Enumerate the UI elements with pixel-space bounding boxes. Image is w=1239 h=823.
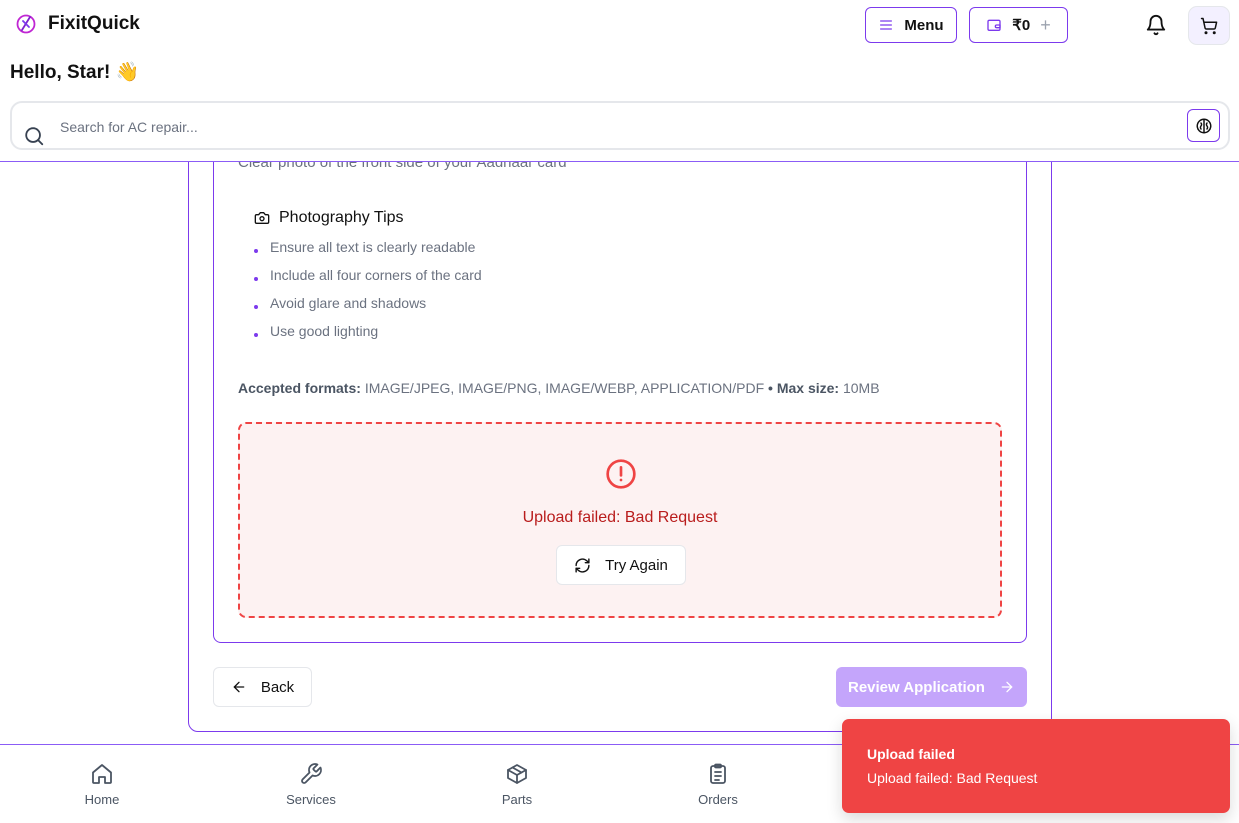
- alert-circle-icon: [606, 459, 636, 489]
- toast-message: Upload failed: Bad Request: [867, 770, 1038, 786]
- tip-item: Ensure all text is clearly readable: [254, 239, 475, 255]
- cart-button[interactable]: [1188, 6, 1230, 45]
- page: Clear photo of the front side of your Aa…: [0, 0, 1239, 823]
- try-again-button[interactable]: Try Again: [556, 545, 686, 585]
- arrow-right-icon: [1001, 681, 1013, 693]
- tip-text: Use good lighting: [270, 323, 379, 339]
- nav-label: Orders: [698, 792, 738, 807]
- clipboard-icon: [710, 763, 726, 784]
- accepted-formats: Accepted formats: IMAGE/JPEG, IMAGE/PNG,…: [238, 380, 880, 396]
- add-money-icon[interactable]: +: [1040, 16, 1051, 34]
- toast-title: Upload failed: [867, 746, 955, 762]
- greeting: Hello, Star! 👋: [10, 62, 140, 83]
- menu-label: Menu: [904, 16, 944, 34]
- tip-text: Ensure all text is clearly readable: [270, 239, 476, 255]
- bell-icon[interactable]: [1145, 14, 1167, 36]
- logo[interactable]: FixitQuick: [14, 12, 140, 36]
- menu-button[interactable]: Menu: [865, 7, 957, 43]
- try-again-label: Try Again: [605, 556, 668, 574]
- photography-tips-title: Photography Tips: [279, 209, 404, 226]
- nav-label: Parts: [501, 792, 533, 807]
- app-name: FixitQuick: [48, 13, 140, 34]
- review-label: Review Application: [848, 678, 985, 696]
- nav-item-home[interactable]: Home: [47, 745, 157, 823]
- tip-item: Include all four corners of the card: [254, 267, 482, 283]
- tip-item: Use good lighting: [254, 323, 378, 339]
- upload-error-dropzone[interactable]: Upload failed: Bad Request Try Again: [238, 422, 1002, 618]
- wallet-button[interactable]: ₹0 +: [969, 7, 1068, 43]
- bullet: [254, 277, 258, 281]
- tip-text: Avoid glare and shadows: [270, 295, 427, 311]
- refresh-icon: [575, 557, 590, 573]
- arrow-left-icon: [233, 681, 245, 693]
- max-size-label: Max size:: [776, 380, 840, 396]
- review-application-button[interactable]: Review Application: [836, 667, 1027, 707]
- ai-search-button[interactable]: [1187, 109, 1220, 142]
- separator: •: [768, 380, 773, 396]
- top-header: FixitQuick Menu ₹0 + Hello, Star! 👋: [0, 0, 1239, 162]
- max-size-value: 10MB: [842, 380, 880, 396]
- back-button[interactable]: Back: [213, 667, 312, 707]
- camera-icon: [254, 212, 270, 224]
- formats-label: Accepted formats:: [238, 380, 361, 396]
- wrench-icon: [301, 763, 322, 784]
- nav-item-orders[interactable]: Orders: [663, 745, 773, 823]
- bullet: [254, 305, 258, 309]
- menu-icon: [880, 20, 893, 30]
- logo-icon: [16, 14, 36, 34]
- nav-label: Services: [286, 792, 336, 807]
- search-input[interactable]: [60, 116, 1160, 138]
- home-icon: [92, 764, 112, 784]
- search-bar: [10, 101, 1230, 150]
- upload-error-message: Upload failed: Bad Request: [522, 509, 718, 526]
- tip-text: Include all four corners of the card: [270, 267, 482, 283]
- photography-tips-heading: Photography Tips: [254, 209, 404, 227]
- formats-value: IMAGE/JPEG, IMAGE/PNG, IMAGE/WEBP, APPLI…: [364, 380, 765, 396]
- nav-label: Home: [84, 792, 120, 807]
- package-icon: [507, 764, 527, 784]
- search-icon: [25, 127, 44, 146]
- wallet-icon: [987, 19, 1001, 31]
- nav-item-services[interactable]: Services: [256, 745, 366, 823]
- bullet: [254, 249, 258, 253]
- bullet: [254, 333, 258, 337]
- nav-item-parts[interactable]: Parts: [462, 745, 572, 823]
- cart-icon: [1200, 17, 1218, 34]
- wallet-balance: ₹0: [1012, 17, 1031, 34]
- brain-icon: [1196, 118, 1211, 133]
- back-label: Back: [260, 678, 295, 696]
- error-toast[interactable]: Upload failed Upload failed: Bad Request: [842, 719, 1230, 813]
- tip-item: Avoid glare and shadows: [254, 295, 426, 311]
